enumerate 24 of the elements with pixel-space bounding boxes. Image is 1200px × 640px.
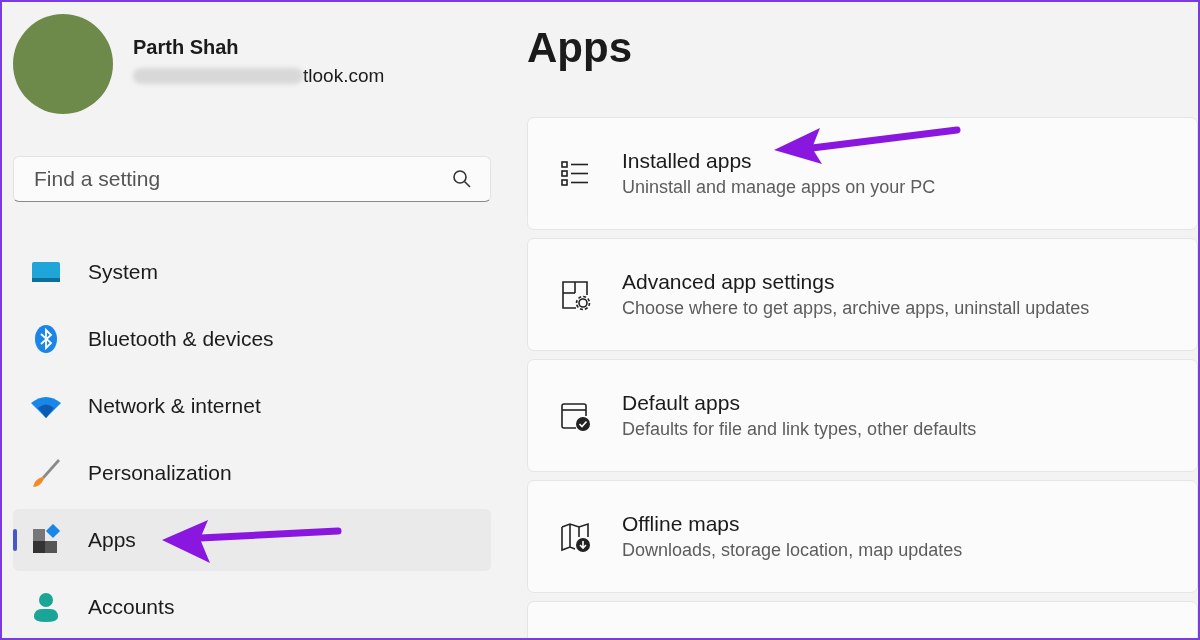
apps-icon bbox=[30, 524, 62, 556]
card-subtitle: Uninstall and manage apps on your PC bbox=[622, 177, 936, 198]
settings-card[interactable]: Advanced app settings Choose where to get apps, archive apps, uninstall updates bbox=[527, 238, 1198, 351]
nav-item[interactable]: Network & internet bbox=[13, 375, 491, 437]
settings-card[interactable]: Offline maps Downloads, storage location, map updates bbox=[527, 480, 1198, 593]
nav-item[interactable]: Accounts bbox=[13, 576, 491, 638]
card-title: Installed apps bbox=[622, 149, 753, 173]
brush-icon bbox=[30, 457, 62, 489]
card-subtitle: Downloads, storage location, map updates bbox=[622, 540, 963, 561]
account-email: tlook.com bbox=[303, 64, 385, 87]
page-title: Apps bbox=[527, 23, 633, 73]
nav-item[interactable]: System bbox=[13, 241, 491, 303]
nav-item[interactable]: Apps bbox=[13, 509, 491, 571]
card-title: Offline maps bbox=[622, 512, 741, 536]
search-icon bbox=[452, 169, 472, 189]
settings-card[interactable]: Installed apps Uninstall and manage apps on your PC bbox=[527, 117, 1198, 230]
nav-item[interactable]: Personalization bbox=[13, 442, 491, 504]
card-title: Advanced app settings bbox=[622, 270, 836, 294]
card-subtitle: Choose where to get apps, archive apps, uninstall updates bbox=[622, 298, 1090, 319]
card-subtitle: Defaults for file and link types, other defaults bbox=[622, 419, 977, 440]
account-name: Parth Shah bbox=[133, 35, 240, 59]
card-title: Default apps bbox=[622, 391, 741, 415]
settings-card[interactable]: Default apps Defaults for file and link types, other defaults bbox=[527, 359, 1198, 472]
nav-item[interactable]: Bluetooth & devices bbox=[13, 308, 491, 370]
